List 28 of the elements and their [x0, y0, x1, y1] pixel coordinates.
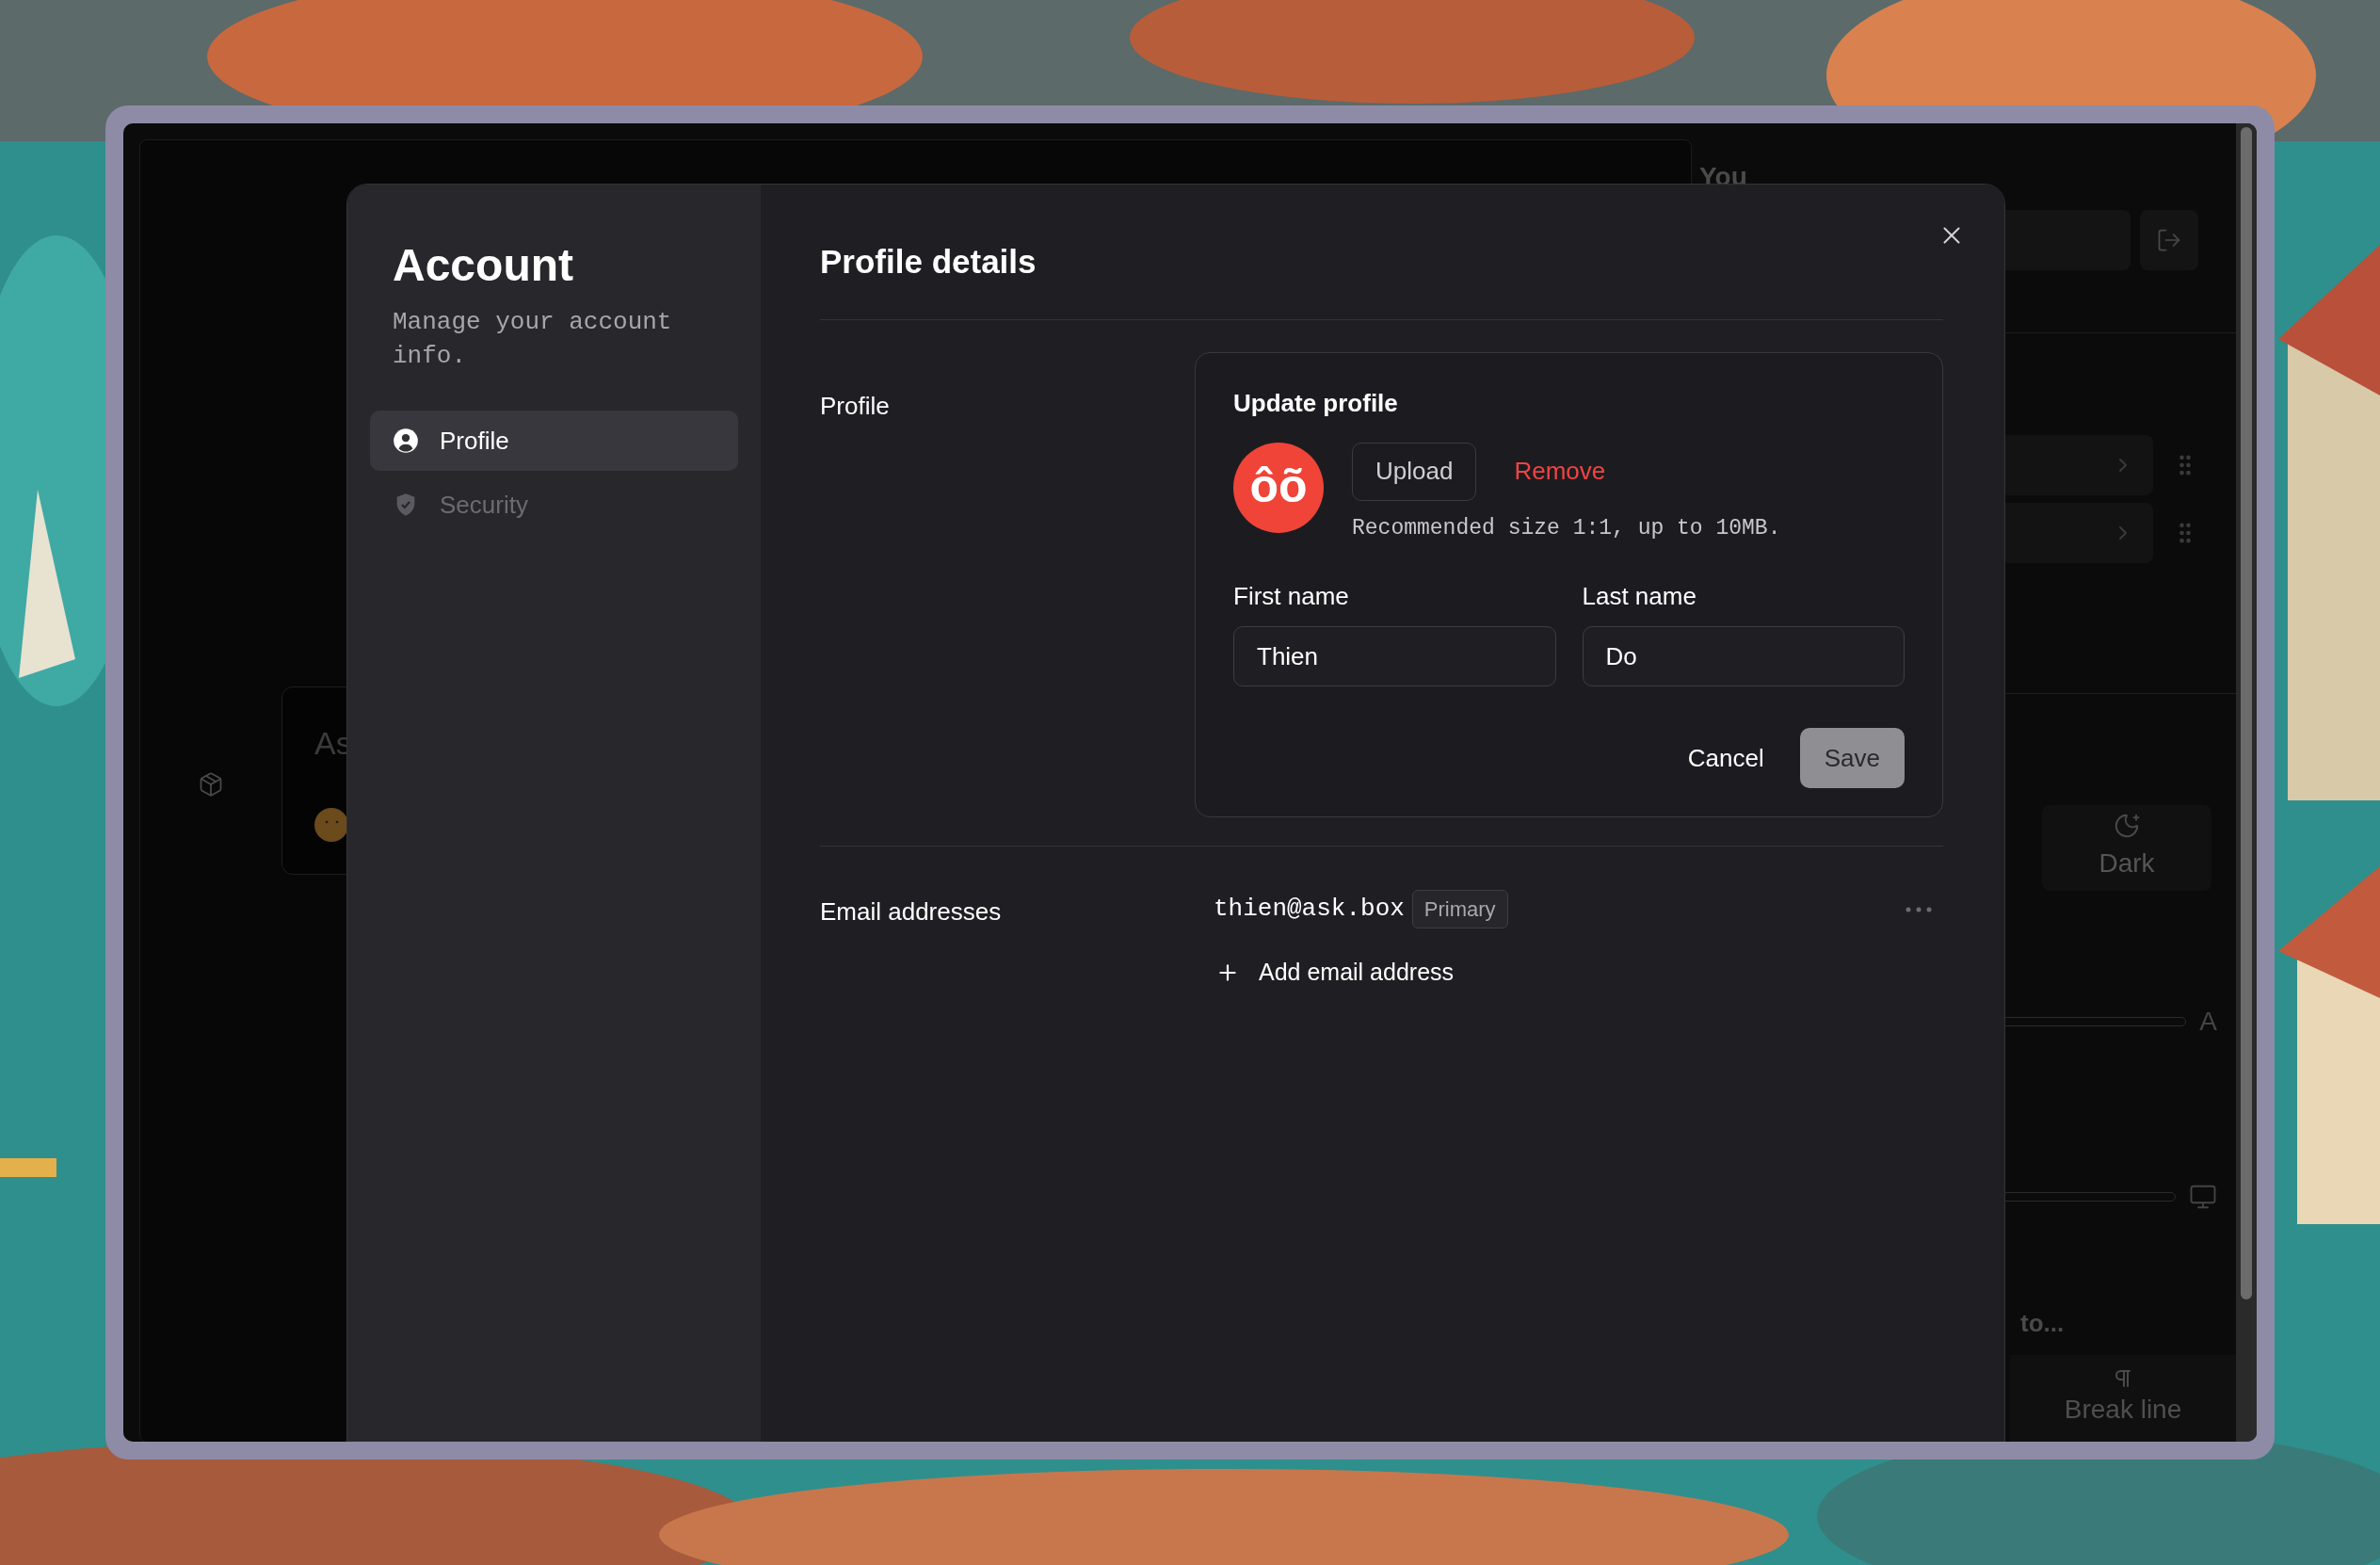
avatar: ôõ [1233, 442, 1324, 533]
primary-badge: Primary [1411, 890, 1508, 928]
row-label: Profile [820, 390, 891, 422]
remove-button[interactable]: Remove [1514, 453, 1606, 490]
cancel-button[interactable]: Cancel [1687, 739, 1764, 777]
font-size-label: A [2199, 1006, 2217, 1039]
more-icon [1906, 906, 1932, 912]
box-icon [198, 771, 224, 798]
field-label: Last name [1582, 581, 1697, 612]
logout-icon [2156, 227, 2182, 253]
upload-button[interactable]: Upload [1352, 442, 1477, 501]
row-label: Email addresses [820, 896, 1003, 928]
email-address: thien@ask.box [1213, 894, 1405, 925]
more-button[interactable] [1906, 906, 1932, 912]
smiley-icon [314, 808, 348, 842]
section-title: Profile details [820, 242, 1037, 282]
user-icon [393, 428, 419, 454]
nav-item[interactable]: Profile [370, 411, 738, 471]
dialog-title: Account [392, 239, 574, 292]
name-field[interactable]: Thien [1233, 626, 1556, 686]
add-email-button[interactable]: Add email address [1195, 955, 1455, 991]
name-field[interactable]: Do [1582, 626, 1905, 686]
section-heading: to... [2020, 1308, 2066, 1340]
theme-label: Dark [2099, 847, 2155, 880]
upload-hint: Recommended size 1:1, up to 10MB. [1352, 514, 1781, 542]
field-label: First name [1233, 581, 1350, 612]
card-title: Update profile [1233, 387, 1399, 419]
dialog-subtitle: Manage your account info. [392, 307, 673, 372]
